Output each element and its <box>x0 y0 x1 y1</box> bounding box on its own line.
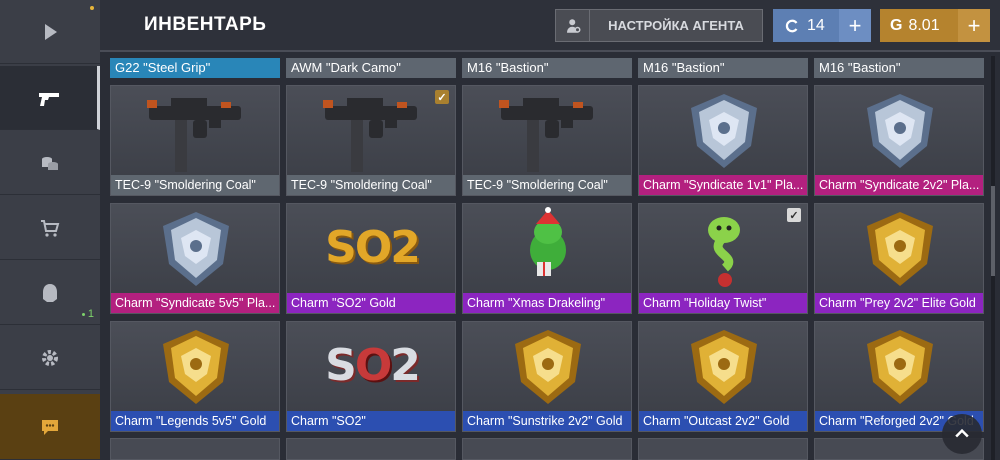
badge-silver-art <box>691 94 757 168</box>
badge-gold-art <box>515 330 581 404</box>
sidebar-item-settings[interactable] <box>0 326 100 390</box>
item-name-label: Charm "Holiday Twist" <box>639 293 807 313</box>
item-card-partial[interactable] <box>462 438 632 460</box>
header: ИНВЕНТАРЬ НАСТРОЙКА АГЕНТА 14 + G 8.01 + <box>100 0 1000 52</box>
item-card[interactable]: TEC-9 "Smoldering Coal" <box>462 85 632 196</box>
currency-c-amount: 14 <box>807 16 825 34</box>
gear-icon <box>42 349 58 366</box>
item-card[interactable]: Charm "Legends 5v5" Gold <box>110 321 280 432</box>
item-label-strip[interactable]: M16 "Bastion" <box>638 58 808 78</box>
so2-logo: SO2 <box>325 222 421 273</box>
item-card[interactable]: Charm "Syndicate 2v2" Pla... <box>814 85 984 196</box>
item-name-label: Charm "Syndicate 5v5" Pla... <box>111 293 279 313</box>
item-label-strip[interactable]: AWM "Dark Camo" <box>286 58 456 78</box>
sidebar-item-play[interactable] <box>0 0 100 64</box>
chat-icon <box>42 419 58 435</box>
gun-icon <box>38 92 59 106</box>
tec9-art <box>323 98 417 172</box>
coins-icon <box>42 156 58 170</box>
item-card[interactable]: Charm "Outcast 2v2" Gold <box>638 321 808 432</box>
page-title: ИНВЕНТАРЬ <box>144 14 267 35</box>
item-card[interactable]: Charm "Sunstrike 2v2" Gold <box>462 321 632 432</box>
sidebar-item-coins[interactable] <box>0 131 100 195</box>
gold-coin-icon: G <box>890 16 903 34</box>
item-card-partial[interactable] <box>286 438 456 460</box>
scroll-up-button[interactable] <box>942 414 982 454</box>
item-card[interactable]: Charm "Xmas Drakeling" <box>462 203 632 314</box>
snake-art <box>708 217 740 287</box>
item-name-label: TEC-9 "Smoldering Coal" <box>111 175 279 195</box>
badge-gold-art <box>691 330 757 404</box>
tec9-art <box>147 98 241 172</box>
currency-g-amount: 8.01 <box>908 16 940 34</box>
badge-silver-art <box>163 212 229 286</box>
item-name-label: Charm "Syndicate 2v2" Pla... <box>815 175 983 195</box>
item-card[interactable]: Charm "Syndicate 5v5" Pla... <box>110 203 280 314</box>
agent-icon <box>43 283 57 302</box>
add-c-button[interactable]: + <box>839 9 871 42</box>
sidebar-item-chat[interactable] <box>0 394 100 460</box>
agent-settings-label: НАСТРОЙКА АГЕНТА <box>608 18 744 33</box>
item-label-strip[interactable]: G22 "Steel Grip" <box>110 58 280 78</box>
drake-art <box>530 207 566 276</box>
item-card[interactable]: ✓ TEC-9 "Smoldering Coal" <box>286 85 456 196</box>
scrollbar[interactable] <box>991 56 995 460</box>
item-name-label: Charm "Syndicate 1v1" Pla... <box>639 175 807 195</box>
agent-settings-button[interactable]: НАСТРОЙКА АГЕНТА <box>555 9 763 42</box>
scrollbar-thumb[interactable] <box>991 186 995 276</box>
selected-check-icon: ✓ <box>787 208 801 222</box>
item-card[interactable]: Charm "Prey 2v2" Elite Gold <box>814 203 984 314</box>
item-label-strip[interactable]: M16 "Bastion" <box>462 58 632 78</box>
item-name-label: TEC-9 "Smoldering Coal" <box>463 175 631 195</box>
item-card[interactable]: SO2 Charm "SO2" <box>286 321 456 432</box>
agents-badge: 1 <box>82 308 94 320</box>
item-name-label: Charm "Sunstrike 2v2" Gold <box>463 411 631 431</box>
sidebar-item-inventory[interactable] <box>0 66 100 130</box>
notification-dot <box>90 6 94 10</box>
sidebar-item-shop[interactable] <box>0 196 100 260</box>
add-g-button[interactable]: + <box>958 9 990 42</box>
item-name-label: Charm "Legends 5v5" Gold <box>111 411 279 431</box>
item-card[interactable]: Charm "Syndicate 1v1" Pla... <box>638 85 808 196</box>
so2-logo: SO2 <box>325 340 421 391</box>
badge-gold-art <box>867 330 933 404</box>
item-card[interactable]: ✓ Charm "Holiday Twist" <box>638 203 808 314</box>
badge-gold-art <box>867 212 933 286</box>
item-card[interactable]: TEC-9 "Smoldering Coal" <box>110 85 280 196</box>
item-name-label: Charm "Prey 2v2" Elite Gold <box>815 293 983 313</box>
badge-gold-art <box>163 330 229 404</box>
badge-silver-art <box>867 94 933 168</box>
item-label-strip[interactable]: M16 "Bastion" <box>814 58 984 78</box>
tec9-art <box>499 98 593 172</box>
item-name-label: TEC-9 "Smoldering Coal" <box>287 175 455 195</box>
chevron-up-icon <box>955 428 969 438</box>
item-card-partial[interactable] <box>638 438 808 460</box>
item-name-label: Charm "SO2" Gold <box>287 293 455 313</box>
currency-g: G 8.01 + <box>880 9 990 42</box>
currency-c: 14 + <box>773 9 871 42</box>
sidebar: 1 <box>0 0 100 460</box>
sidebar-item-agents[interactable]: 1 <box>0 261 100 325</box>
item-card[interactable]: SO2 Charm "SO2" Gold <box>286 203 456 314</box>
selected-check-icon: ✓ <box>435 90 449 104</box>
cart-icon <box>41 219 60 237</box>
item-name-label: Charm "Xmas Drakeling" <box>463 293 631 313</box>
item-name-label: Charm "SO2" <box>287 411 455 431</box>
agent-settings-icon <box>556 10 590 41</box>
item-name-label: Charm "Outcast 2v2" Gold <box>639 411 807 431</box>
credit-coin-icon <box>785 19 798 32</box>
play-icon <box>45 23 57 40</box>
item-card-partial[interactable] <box>110 438 280 460</box>
